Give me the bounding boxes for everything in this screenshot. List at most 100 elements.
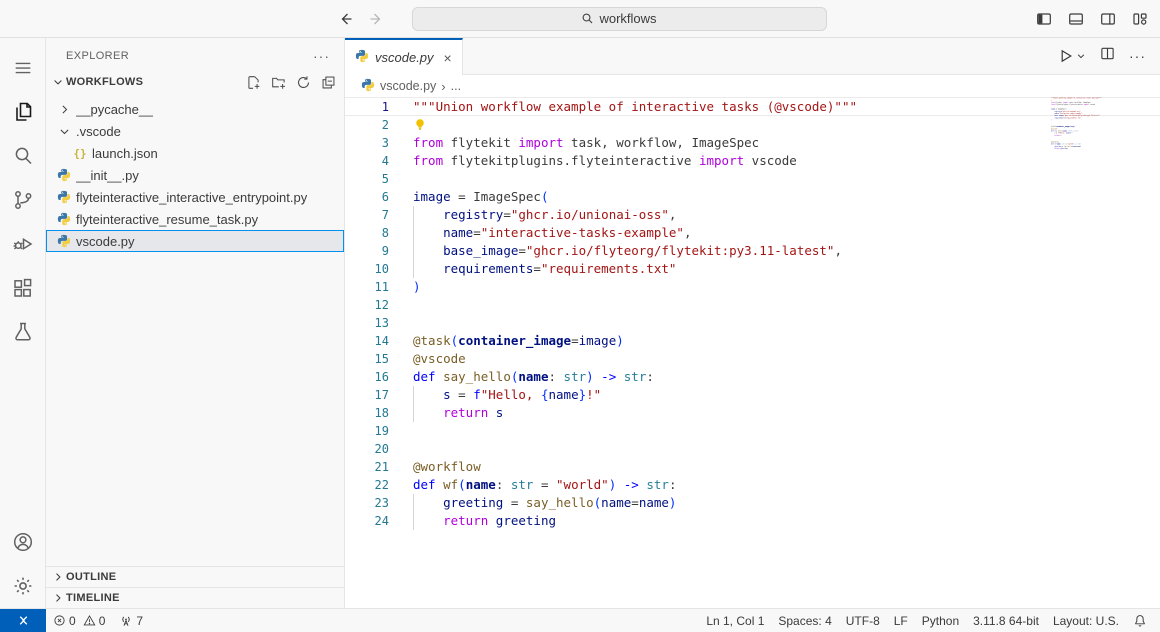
tree-item[interactable]: __pycache__ — [46, 98, 344, 120]
editor-more-actions-icon[interactable]: ··· — [1129, 48, 1146, 64]
tree-item[interactable]: __init__.py — [46, 164, 344, 186]
line-number[interactable]: 20 — [345, 440, 389, 458]
menu-button[interactable] — [0, 46, 46, 90]
close-tab-icon[interactable]: × — [444, 50, 452, 66]
code-lines[interactable]: """Union workflow example of interactive… — [1051, 97, 1065, 150]
code-line[interactable]: @task(container_image=image) — [413, 332, 1160, 350]
line-number[interactable]: 1 — [345, 98, 389, 116]
line-number[interactable]: 7 — [345, 206, 389, 224]
code-line[interactable]: base_image="ghcr.io/flyteorg/flytekit:py… — [413, 242, 1160, 260]
line-number[interactable]: 18 — [345, 404, 389, 422]
workflows-section-header[interactable]: WORKFLOWS — [46, 70, 344, 94]
problems-indicator[interactable]: 0 0 — [46, 609, 112, 632]
outline-section-header[interactable]: OUTLINE — [46, 566, 344, 587]
sidebar-item-source-control[interactable] — [0, 178, 46, 222]
code-line[interactable] — [413, 440, 1160, 458]
sidebar-item-testing[interactable] — [0, 310, 46, 354]
line-number[interactable]: 3 — [345, 134, 389, 152]
line-number[interactable]: 8 — [345, 224, 389, 242]
code-line[interactable] — [413, 422, 1160, 440]
breadcrumb-file[interactable]: vscode.py — [380, 79, 436, 93]
tree-item[interactable]: vscode.py — [46, 230, 344, 252]
indentation[interactable]: Spaces: 4 — [771, 609, 838, 632]
code-line[interactable]: def say_hello(name: str) -> str: — [413, 368, 1160, 386]
toggle-primary-sidebar-button[interactable] — [1036, 11, 1052, 27]
line-number[interactable]: 24 — [345, 512, 389, 530]
code-line[interactable]: return greeting — [1051, 148, 1065, 150]
search-input[interactable]: workflows — [412, 7, 827, 31]
timeline-section-header[interactable]: TIMELINE — [46, 587, 344, 608]
explorer-more-actions-icon[interactable]: ··· — [307, 48, 336, 64]
code-line[interactable]: @vscode — [413, 350, 1160, 368]
notifications-button[interactable] — [1126, 609, 1154, 632]
line-number[interactable]: 2 — [345, 116, 389, 134]
cursor-position[interactable]: Ln 1, Col 1 — [699, 609, 771, 632]
line-number[interactable]: 17 — [345, 386, 389, 404]
line-number[interactable]: 16 — [345, 368, 389, 386]
minimap[interactable]: """Union workflow example of interactive… — [1051, 97, 1160, 161]
account-button[interactable] — [0, 520, 46, 564]
language-mode[interactable]: Python — [915, 609, 966, 632]
code-line[interactable] — [413, 116, 1160, 134]
eol[interactable]: LF — [887, 609, 915, 632]
line-number[interactable]: 13 — [345, 314, 389, 332]
line-number[interactable]: 6 — [345, 188, 389, 206]
code-lines[interactable]: """Union workflow example of interactive… — [413, 98, 1160, 530]
line-number[interactable]: 21 — [345, 458, 389, 476]
line-number[interactable]: 10 — [345, 260, 389, 278]
split-editor-button[interactable] — [1100, 46, 1115, 66]
tree-item[interactable]: {}launch.json — [46, 142, 344, 164]
code-line[interactable]: from flytekitplugins.flyteinteractive im… — [413, 152, 1160, 170]
toggle-panel-button[interactable] — [1068, 11, 1084, 27]
code-line[interactable]: ) — [413, 278, 1160, 296]
back-button[interactable] — [334, 8, 356, 30]
forward-button[interactable] — [366, 8, 388, 30]
collapse-all-button[interactable] — [321, 75, 336, 90]
sidebar-item-search[interactable] — [0, 134, 46, 178]
customize-layout-button[interactable] — [1132, 11, 1148, 27]
code-line[interactable]: from flytekit import task, workflow, Ima… — [413, 134, 1160, 152]
line-number[interactable]: 15 — [345, 350, 389, 368]
tab-vscode-py[interactable]: vscode.py × — [345, 38, 463, 75]
line-number[interactable]: 23 — [345, 494, 389, 512]
new-file-button[interactable] — [246, 75, 261, 90]
code-line[interactable]: def wf(name: str = "world") -> str: — [413, 476, 1160, 494]
code-line[interactable]: requirements="requirements.txt" — [413, 260, 1160, 278]
run-python-file-button[interactable] — [1058, 48, 1086, 64]
line-number[interactable]: 9 — [345, 242, 389, 260]
remote-indicator[interactable] — [0, 609, 46, 632]
sidebar-item-run-debug[interactable] — [0, 222, 46, 266]
line-number-gutter[interactable]: 123456789101112131415161718192021222324 — [345, 97, 389, 608]
code-line[interactable] — [413, 314, 1160, 332]
code-line[interactable] — [413, 170, 1160, 188]
toggle-secondary-sidebar-button[interactable] — [1100, 11, 1116, 27]
settings-button[interactable] — [0, 564, 46, 608]
sidebar-item-extensions[interactable] — [0, 266, 46, 310]
tree-item[interactable]: flyteinteractive_interactive_entrypoint.… — [46, 186, 344, 208]
code-line[interactable]: image = ImageSpec( — [413, 188, 1160, 206]
code-line[interactable]: @workflow — [413, 458, 1160, 476]
tree-item[interactable]: .vscode — [46, 120, 344, 142]
code-line[interactable]: name="interactive-tasks-example", — [413, 224, 1160, 242]
code-line[interactable]: """Union workflow example of interactive… — [413, 98, 1160, 116]
code-line[interactable]: return greeting — [413, 512, 1160, 530]
line-number[interactable]: 11 — [345, 278, 389, 296]
keyboard-layout[interactable]: Layout: U.S. — [1046, 609, 1126, 632]
tree-item[interactable]: flyteinteractive_resume_task.py — [46, 208, 344, 230]
ports-indicator[interactable]: 7 — [112, 609, 150, 632]
code-line[interactable]: return s — [413, 404, 1160, 422]
code-line[interactable] — [413, 296, 1160, 314]
line-number[interactable]: 14 — [345, 332, 389, 350]
sidebar-item-explorer[interactable] — [0, 90, 46, 134]
breadcrumb-tail[interactable]: ... — [451, 79, 461, 93]
new-folder-button[interactable] — [271, 75, 286, 90]
line-number[interactable]: 5 — [345, 170, 389, 188]
code-line[interactable]: greeting = say_hello(name=name) — [413, 494, 1160, 512]
breadcrumb[interactable]: vscode.py › ... — [345, 75, 1160, 97]
python-interpreter[interactable]: 3.11.8 64-bit — [966, 609, 1046, 632]
code-line[interactable]: s = f"Hello, {name}!" — [413, 386, 1160, 404]
code-line[interactable]: registry="ghcr.io/unionai-oss", — [413, 206, 1160, 224]
line-number[interactable]: 22 — [345, 476, 389, 494]
encoding[interactable]: UTF-8 — [839, 609, 887, 632]
refresh-button[interactable] — [296, 75, 311, 90]
